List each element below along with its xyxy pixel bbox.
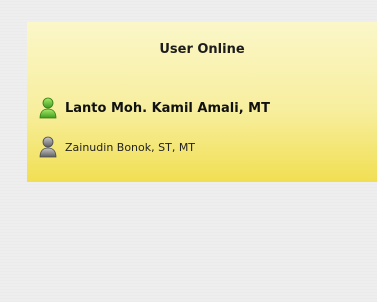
user-name: Lanto Moh. Kamil Amali, MT xyxy=(65,100,270,116)
user-online-panel: User Online Lanto Moh. Kamil Amali, MT Z… xyxy=(27,22,377,182)
user-gray-icon xyxy=(38,136,58,158)
user-list-item-online[interactable]: Lanto Moh. Kamil Amali, MT xyxy=(38,97,270,119)
user-list-item-idle[interactable]: Zainudin Bonok, ST, MT xyxy=(38,136,195,158)
user-name: Zainudin Bonok, ST, MT xyxy=(65,140,196,154)
panel-title: User Online xyxy=(159,42,245,57)
user-green-icon xyxy=(38,97,58,119)
